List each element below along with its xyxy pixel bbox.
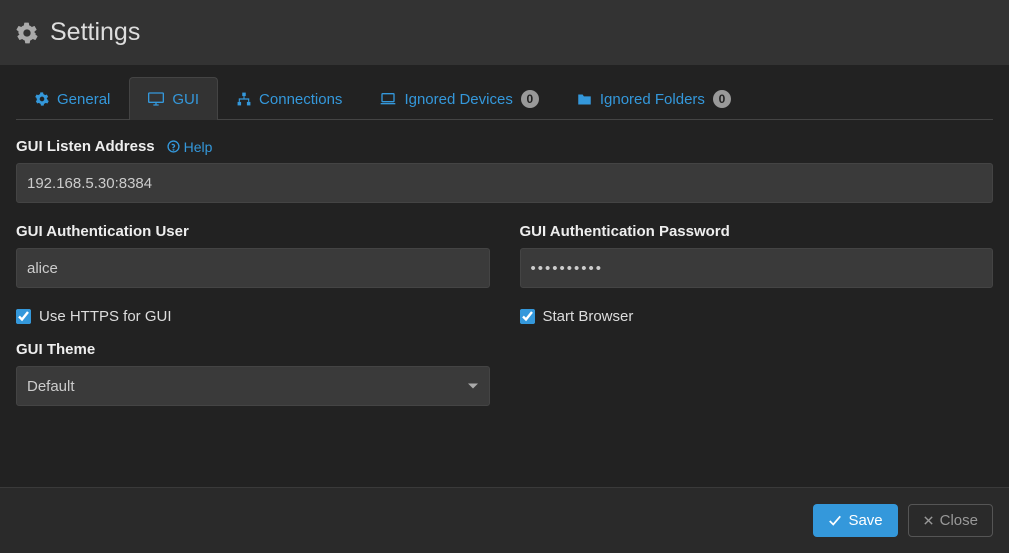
tab-ignored-folders[interactable]: Ignored Folders 0: [558, 77, 750, 120]
start-browser-label: Start Browser: [543, 308, 634, 325]
save-button[interactable]: Save: [813, 504, 897, 537]
use-https-checkbox[interactable]: [16, 309, 31, 324]
tab-label: Connections: [259, 91, 342, 108]
listen-address-label: GUI Listen Address: [16, 138, 155, 155]
gui-theme-label: GUI Theme: [16, 341, 95, 358]
tab-gui[interactable]: GUI: [129, 77, 218, 120]
listen-address-input[interactable]: [16, 163, 993, 203]
tab-ignored-devices[interactable]: Ignored Devices 0: [361, 77, 557, 120]
check-icon: [828, 515, 842, 527]
tab-label: GUI: [172, 91, 199, 108]
close-button[interactable]: Close: [908, 504, 993, 537]
tab-general[interactable]: General: [16, 77, 129, 120]
tab-label: General: [57, 91, 110, 108]
use-https-label: Use HTTPS for GUI: [39, 308, 172, 325]
close-icon: [923, 515, 934, 526]
tab-label: Ignored Devices: [404, 91, 512, 108]
count-badge: 0: [713, 90, 731, 108]
field-gui-theme: GUI Theme Default: [16, 341, 490, 406]
auth-password-input[interactable]: [520, 248, 994, 288]
settings-dialog: Settings General GUI Connections: [0, 0, 1009, 553]
close-label: Close: [940, 512, 978, 529]
question-circle-icon: [167, 140, 180, 153]
laptop-icon: [380, 92, 396, 106]
auth-user-label: GUI Authentication User: [16, 223, 189, 240]
field-use-https: Use HTTPS for GUI: [16, 304, 490, 325]
gui-theme-select[interactable]: Default: [16, 366, 490, 406]
gear-icon: [35, 92, 49, 106]
help-label: Help: [184, 139, 213, 155]
form-gui: GUI Listen Address Help GUI Authenticati…: [16, 120, 993, 406]
gear-icon: [16, 22, 38, 44]
help-link[interactable]: Help: [167, 139, 213, 155]
folder-icon: [577, 93, 592, 106]
field-start-browser: Start Browser: [520, 304, 994, 325]
auth-password-label: GUI Authentication Password: [520, 223, 730, 240]
tab-bar: General GUI Connections Ignored Devices: [16, 77, 993, 120]
save-label: Save: [848, 512, 882, 529]
start-browser-checkbox[interactable]: [520, 309, 535, 324]
dialog-body: General GUI Connections Ignored Devices: [0, 65, 1009, 487]
dialog-title: Settings: [50, 18, 140, 47]
desktop-icon: [148, 92, 164, 106]
sitemap-icon: [237, 92, 251, 106]
count-badge: 0: [521, 90, 539, 108]
field-auth-user: GUI Authentication User: [16, 223, 490, 288]
dialog-header: Settings: [0, 0, 1009, 65]
tab-connections[interactable]: Connections: [218, 77, 361, 120]
dialog-footer: Save Close: [0, 487, 1009, 553]
auth-user-input[interactable]: [16, 248, 490, 288]
field-listen-address: GUI Listen Address Help: [16, 138, 993, 203]
tab-label: Ignored Folders: [600, 91, 705, 108]
field-auth-password: GUI Authentication Password: [520, 223, 994, 288]
